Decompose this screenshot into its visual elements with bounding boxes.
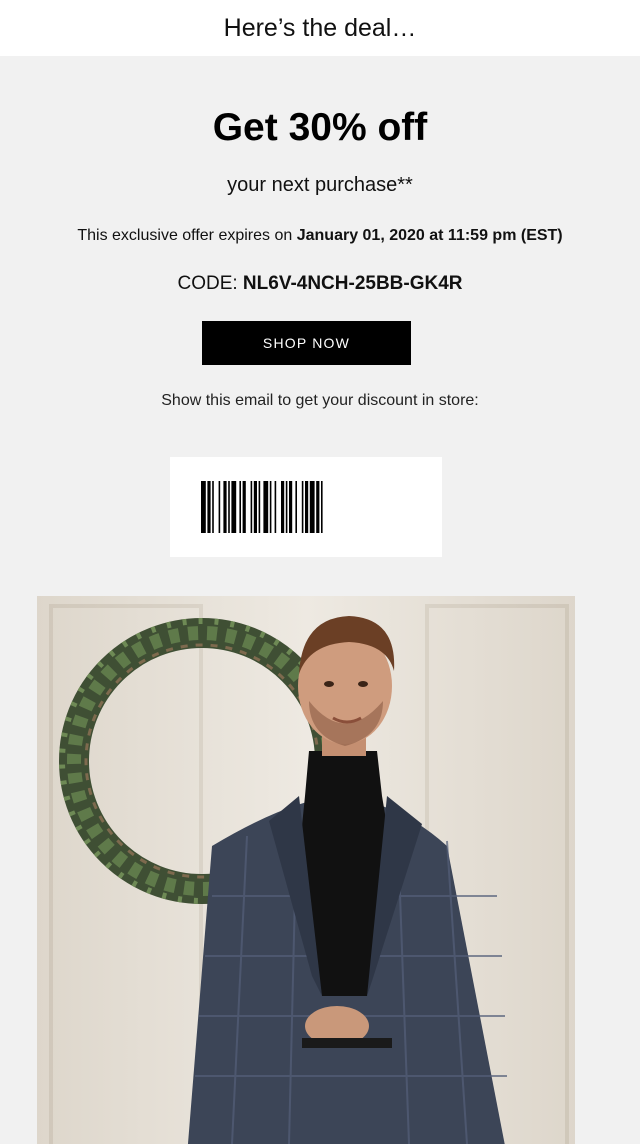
email-header: Here’s the deal…	[0, 0, 640, 56]
barcode-bar	[239, 481, 241, 533]
barcode-bar	[305, 481, 309, 533]
barcode-bar	[201, 481, 206, 533]
barcode-bar	[207, 481, 211, 533]
barcode-bar	[218, 481, 221, 533]
instore-instructions: Show this email to get your discount in …	[161, 392, 479, 409]
barcode-bar	[231, 481, 237, 533]
barcode-bar	[295, 481, 297, 533]
barcode-bar	[309, 481, 315, 533]
barcode-bar	[285, 481, 288, 533]
promo-code: CODE: NL6V-4NCH-25BB-GK4R	[0, 273, 640, 295]
offer-panel: Get 30% off your next purchase** This ex…	[0, 56, 640, 1144]
barcode-container	[170, 457, 442, 557]
offer-headline: Get 30% off	[212, 106, 428, 149]
header-title: Here’s the deal…	[223, 13, 417, 42]
shop-now-button[interactable]: SHOP NOW	[202, 321, 411, 365]
barcode-bar	[253, 481, 257, 533]
barcode-bar	[242, 481, 246, 533]
code-label: CODE:	[177, 273, 243, 294]
barcode-bar	[212, 481, 214, 533]
barcode-bar	[289, 481, 293, 533]
barcode-bar	[228, 481, 230, 533]
offer-expiry: This exclusive offer expires on January …	[0, 227, 640, 245]
code-value: NL6V-4NCH-25BB-GK4R	[242, 273, 463, 294]
barcode-bar	[258, 481, 261, 533]
expiry-date: January 01, 2020 at 11:59 pm (EST)	[296, 227, 563, 244]
barcode-bar	[321, 481, 323, 533]
barcode-bar	[281, 481, 285, 533]
barcode-bar	[274, 481, 277, 533]
barcode-bar	[250, 481, 253, 533]
barcode-bar	[223, 481, 227, 533]
barcode-icon	[201, 481, 323, 533]
barcode-bar	[263, 481, 269, 533]
expiry-prefix: This exclusive offer expires on	[77, 227, 297, 244]
offer-subline: your next purchase**	[227, 174, 413, 196]
barcode-bar	[269, 481, 272, 533]
barcode-bar	[316, 481, 320, 533]
product-photo[interactable]	[37, 596, 575, 1144]
barcode-bar	[301, 481, 304, 533]
man-in-suit-with-wreath-photo	[37, 596, 575, 1144]
